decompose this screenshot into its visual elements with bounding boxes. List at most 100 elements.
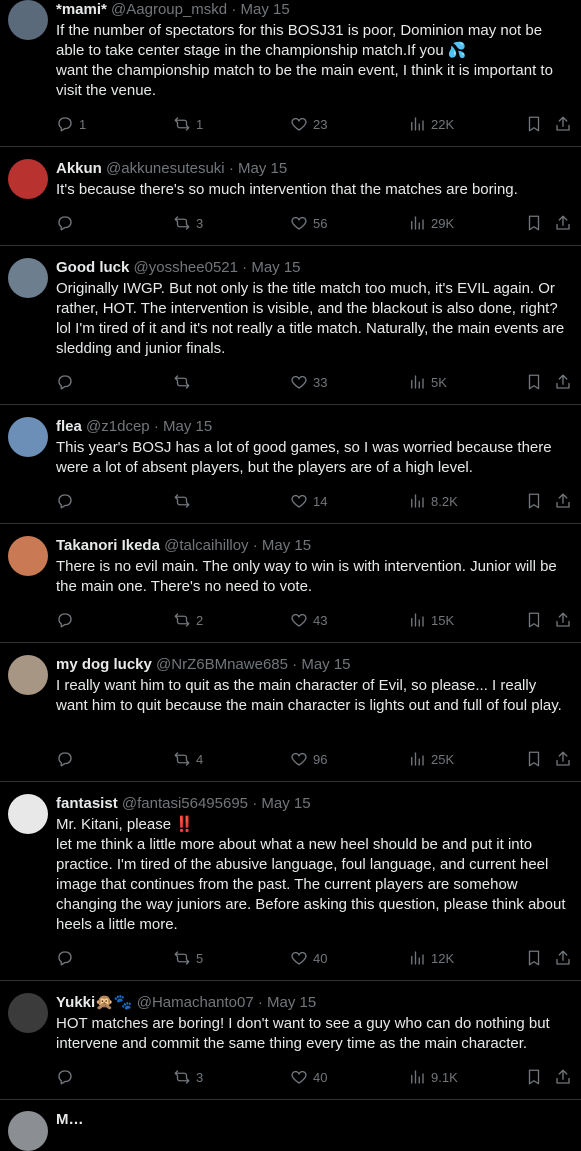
bookmark-button[interactable] [525, 749, 543, 769]
avatar[interactable] [8, 159, 48, 199]
bookmark-button[interactable] [525, 114, 543, 134]
author-name[interactable]: fantasist [56, 795, 118, 812]
views-count: 22K [431, 116, 455, 132]
retweet-count: 1 [196, 116, 204, 132]
heart-icon [291, 117, 307, 131]
tweet-date[interactable]: May 15 [301, 656, 350, 673]
avatar[interactable] [8, 993, 48, 1033]
views-button[interactable]: 25K [408, 749, 454, 769]
views-button[interactable]: 15K [408, 610, 454, 630]
bookmark-button[interactable] [525, 948, 543, 968]
share-button[interactable] [554, 749, 572, 769]
tweet-date[interactable]: May 15 [238, 160, 287, 177]
share-button[interactable] [554, 491, 572, 511]
tweet[interactable]: Takanori Ikeda @talcaihilloy · May 15 Th… [0, 524, 581, 643]
share-icon [556, 1069, 570, 1084]
retweet-button[interactable]: 3 [173, 213, 203, 233]
retweet-count: 4 [196, 751, 204, 767]
like-count: 40 [313, 950, 328, 966]
views-button[interactable]: 22K [408, 114, 454, 134]
reply-button[interactable] [56, 491, 79, 511]
author-handle[interactable]: @talcaihilloy [164, 537, 248, 554]
share-button[interactable] [554, 948, 572, 968]
reply-button[interactable] [56, 749, 79, 769]
retweet-button[interactable] [173, 491, 196, 511]
tweet-date[interactable]: May 15 [262, 537, 311, 554]
tweet-date[interactable]: May 15 [163, 418, 212, 435]
avatar[interactable] [8, 1111, 48, 1151]
retweet-button[interactable] [173, 372, 196, 392]
bookmark-button[interactable] [525, 213, 543, 233]
like-button[interactable]: 40 [290, 948, 327, 968]
author-handle[interactable]: @Aagroup_mskd [111, 1, 227, 18]
reply-button[interactable] [56, 948, 79, 968]
tweet[interactable]: my dog lucky @NrZ6BMnawe685 · May 15 I r… [0, 643, 581, 782]
author-handle[interactable]: @Hamachanto07 [137, 994, 254, 1011]
avatar[interactable] [8, 655, 48, 695]
tweet[interactable]: Akkun @akkunesutesuki · May 15 It's beca… [0, 147, 581, 246]
tweet[interactable]: *mami* @Aagroup_mskd · May 15 If the num… [0, 0, 581, 147]
share-button[interactable] [554, 213, 572, 233]
bookmark-button[interactable] [525, 610, 543, 630]
bookmark-button[interactable] [525, 372, 543, 392]
views-button[interactable]: 29K [408, 213, 454, 233]
author-name[interactable]: Good luck [56, 259, 129, 276]
views-count: 12K [431, 950, 455, 966]
reply-button[interactable] [56, 372, 79, 392]
reply-button[interactable] [56, 610, 79, 630]
like-button[interactable]: 23 [290, 114, 327, 134]
views-button[interactable]: 12K [408, 948, 454, 968]
tweet[interactable]: fantasist @fantasi56495695 · May 15 Mr. … [0, 782, 581, 981]
tweet[interactable]: flea @z1dcep · May 15 This year's BOSJ h… [0, 405, 581, 524]
retweet-button[interactable]: 4 [173, 749, 203, 769]
tweet-text: There is no evil main. The only way to w… [56, 558, 557, 595]
like-button[interactable]: 40 [290, 1067, 327, 1087]
reply-button[interactable] [56, 213, 79, 233]
like-button[interactable]: 33 [290, 372, 327, 392]
tweet-date[interactable]: May 15 [241, 1, 290, 18]
bookmark-button[interactable] [525, 491, 543, 511]
author-handle[interactable]: @akkunesutesuki [106, 160, 225, 177]
author-handle[interactable]: @z1dcep [86, 418, 150, 435]
reply-button[interactable]: 1 [56, 114, 86, 134]
author-handle[interactable]: @NrZ6BMnawe685 [156, 656, 288, 673]
views-button[interactable]: 9.1K [408, 1067, 458, 1087]
author-name[interactable]: Takanori Ikeda [56, 537, 160, 554]
like-button[interactable]: 14 [290, 491, 327, 511]
share-button[interactable] [554, 1067, 572, 1087]
tweet-date[interactable]: May 15 [267, 994, 316, 1011]
retweet-button[interactable]: 2 [173, 610, 203, 630]
avatar[interactable] [8, 258, 48, 298]
retweet-button[interactable]: 5 [173, 948, 203, 968]
reply-button[interactable] [56, 1067, 79, 1087]
like-button[interactable]: 43 [290, 610, 327, 630]
author-name[interactable]: *mami* [56, 1, 107, 18]
share-button[interactable] [554, 610, 572, 630]
author-name[interactable]: Yukki🙊🐾 [56, 994, 133, 1011]
like-button[interactable]: 56 [290, 213, 327, 233]
author-name[interactable]: flea [56, 418, 82, 435]
share-button[interactable] [554, 114, 572, 134]
author-handle[interactable]: @fantasi56495695 [122, 795, 248, 812]
avatar[interactable] [8, 536, 48, 576]
tweet[interactable]: Good luck @yosshee0521 · May 15 Original… [0, 246, 581, 405]
bookmark-button[interactable] [525, 1067, 543, 1087]
avatar[interactable] [8, 0, 48, 40]
views-icon [411, 117, 424, 131]
author-name[interactable]: my dog lucky [56, 656, 152, 673]
separator-dot: · [292, 656, 298, 673]
views-button[interactable]: 5K [408, 372, 447, 392]
views-button[interactable]: 8.2K [408, 491, 458, 511]
author-handle[interactable]: @yosshee0521 [134, 259, 238, 276]
share-button[interactable] [554, 372, 572, 392]
tweet-date[interactable]: May 15 [261, 795, 310, 812]
retweet-button[interactable]: 3 [173, 1067, 203, 1087]
like-button[interactable]: 96 [290, 749, 327, 769]
tweet-date[interactable]: May 15 [251, 259, 300, 276]
avatar[interactable] [8, 417, 48, 457]
tweet[interactable]: Yukki🙊🐾 @Hamachanto07 · May 15 HOT match… [0, 981, 581, 1100]
avatar[interactable] [8, 794, 48, 834]
author-name[interactable]: Akkun [56, 160, 102, 177]
retweet-button[interactable]: 1 [173, 114, 203, 134]
author-name[interactable]: M… [56, 1110, 84, 1130]
